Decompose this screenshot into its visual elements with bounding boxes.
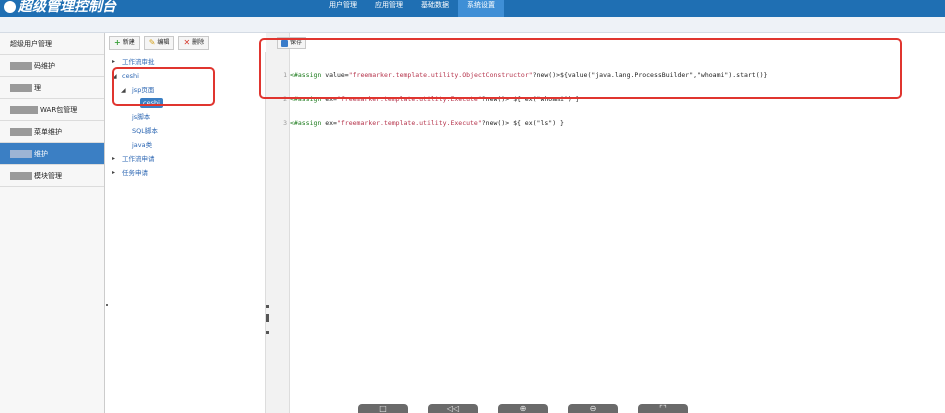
sidebar-item-war[interactable]: WAR包管理	[0, 99, 104, 121]
viewer-control-2[interactable]: ◁◁	[428, 404, 478, 413]
redacted-block	[10, 172, 32, 180]
code-rest: ?new()> ${ ex("ls") }	[481, 119, 564, 127]
tree-node-java-class[interactable]: java类	[132, 140, 152, 150]
code-line: 3 <#assign ex="freemarker.template.utilit…	[277, 119, 767, 127]
collapse-handle-icon[interactable]	[266, 305, 269, 308]
sidebar-item-label: 维护	[34, 150, 48, 158]
tree-node-sql-script[interactable]: SQL脚本	[132, 126, 158, 136]
viewer-control-1[interactable]: □	[358, 404, 408, 413]
viewer-control-3[interactable]: ⊕	[498, 404, 548, 413]
zoom-in-icon: ⊕	[519, 404, 527, 413]
pencil-icon: ✎	[148, 38, 156, 47]
redacted-block	[10, 128, 32, 136]
redacted-block	[10, 106, 38, 114]
sub-header	[0, 17, 945, 33]
nav-basic-data[interactable]: 基础数据	[412, 0, 458, 17]
tree-toolbar: + 新建 ✎ 编辑 ✕ 删除	[109, 36, 210, 50]
sidebar-item-label: 码维护	[34, 62, 55, 70]
fullscreen-icon: ⌜⌝	[659, 404, 667, 413]
new-button[interactable]: + 新建	[109, 36, 140, 50]
edit-label: 编辑	[157, 39, 170, 46]
splitter-grip[interactable]	[266, 314, 269, 322]
tree-node-workflow-apply[interactable]: 工作流申请	[122, 154, 155, 164]
main-nav: 用户管理 应用管理 基础数据 系统设置	[320, 0, 504, 17]
sidebar-item-super-user[interactable]: 超级用户管理	[0, 33, 104, 55]
code-string: "freemarker.template.utility.Execute"	[336, 119, 482, 127]
left-sidebar: 超级用户管理 码维护 理 WAR包管理 菜单维护 维护 模块管理	[0, 33, 105, 413]
sidebar-item-maintain[interactable]: 维护	[0, 143, 104, 165]
redacted-block	[10, 62, 32, 70]
sidebar-item-label: 模块管理	[34, 172, 62, 180]
code-tag: <#assign	[290, 119, 322, 127]
zoom-out-icon: ⊖	[589, 404, 597, 413]
app-title: 超级管理控制台	[18, 0, 116, 15]
square-icon: □	[379, 404, 387, 413]
sidebar-item-label: 理	[34, 84, 41, 92]
logo-icon	[4, 1, 16, 13]
tree-node-task-apply[interactable]: 任务申请	[122, 168, 148, 178]
annotation-box-code	[259, 38, 902, 99]
expand-arrow-icon[interactable]: ▸	[112, 57, 115, 67]
line-number: 3	[283, 119, 287, 127]
redacted-block	[10, 84, 32, 92]
rewind-icon: ◁◁	[446, 404, 460, 413]
nav-app-management[interactable]: 应用管理	[366, 0, 412, 17]
sidebar-item-code[interactable]: 码维护	[0, 55, 104, 77]
app-logo: 超级管理控制台	[4, 0, 116, 16]
sidebar-item-menu[interactable]: 菜单维护	[0, 121, 104, 143]
code-attr: ex=	[321, 119, 337, 127]
top-banner: 超级管理控制台 用户管理 应用管理 基础数据 系统设置	[0, 0, 945, 17]
collapse-handle-icon[interactable]	[266, 331, 269, 334]
sidebar-item-manage[interactable]: 理	[0, 77, 104, 99]
plus-icon: +	[114, 38, 121, 47]
sidebar-item-label: 菜单维护	[34, 128, 62, 136]
tree-node-workflow-approval[interactable]: 工作流审批	[122, 57, 155, 67]
viewer-control-5[interactable]: ⌜⌝	[638, 404, 688, 413]
tree-node-js-script[interactable]: js脚本	[132, 112, 150, 122]
delete-button[interactable]: ✕ 删除	[178, 36, 210, 50]
annotation-box-tree	[112, 67, 215, 106]
new-label: 新建	[122, 39, 135, 46]
expand-arrow-icon[interactable]: ▸	[112, 168, 115, 178]
expand-arrow-icon[interactable]: ▸	[112, 154, 115, 164]
close-icon: ✕	[183, 38, 191, 47]
edit-button[interactable]: ✎ 编辑	[143, 36, 175, 50]
sidebar-item-module[interactable]: 模块管理	[0, 165, 104, 187]
nav-system-settings[interactable]: 系统设置	[458, 0, 504, 17]
script-tree: ▸ 工作流审批 ◢ ceshi ◢ jsp页面 ceshi js脚本 SQL脚本…	[108, 52, 266, 413]
redacted-block	[10, 150, 32, 158]
sidebar-item-label: 超级用户管理	[10, 40, 52, 48]
nav-user-management[interactable]: 用户管理	[320, 0, 366, 17]
sidebar-item-label: WAR包管理	[40, 106, 78, 114]
viewer-control-4[interactable]: ⊖	[568, 404, 618, 413]
delete-label: 删除	[192, 39, 205, 46]
